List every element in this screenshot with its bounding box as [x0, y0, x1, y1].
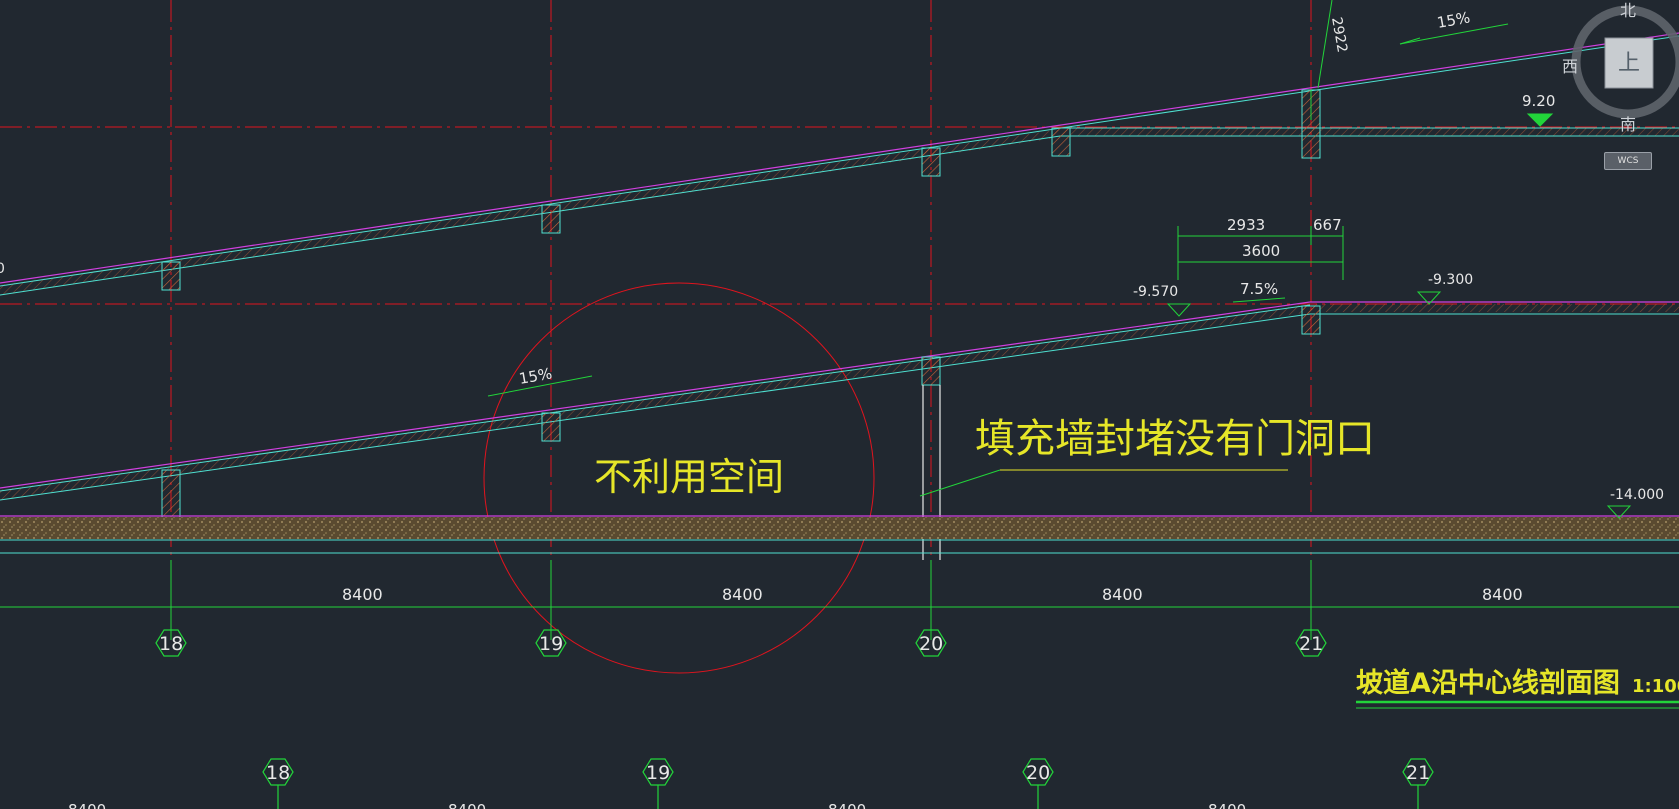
elev-minus-9570: -9.570 — [1133, 284, 1178, 300]
elev-9-20: 9.20 — [1522, 92, 1555, 110]
left-edge-digit: 0 — [0, 261, 5, 277]
dim-2933: 2933 — [1227, 216, 1265, 234]
grid-bubbles — [155, 629, 1434, 809]
upper-ramp-slab — [0, 32, 1679, 296]
dim-3600: 3600 — [1242, 242, 1280, 260]
slope-7-5: 7.5% — [1240, 280, 1278, 298]
base-slab — [0, 515, 1679, 554]
compass-north[interactable]: 北 — [1620, 1, 1636, 20]
grid-bubble-label: 20 — [919, 633, 943, 655]
lower-span-label: 8400 — [448, 801, 486, 809]
compass-south[interactable]: 南 — [1620, 115, 1636, 134]
drawing-title-name: 坡道A沿中心线剖面图 — [1356, 667, 1620, 699]
drawing-title: 坡道A沿中心线剖面图 1:100 — [1356, 667, 1679, 709]
note-unused-space: 不利用空间 — [594, 455, 784, 499]
span-label: 8400 — [342, 585, 383, 604]
span-label: 8400 — [722, 585, 763, 604]
grid-bubble-label-lower: 20 — [1026, 762, 1050, 784]
span-label: 8400 — [1102, 585, 1143, 604]
dim-2922: 2922 — [1328, 16, 1350, 54]
grid-bubble-label-lower: 18 — [266, 762, 290, 784]
grid-bubble-label: 21 — [1299, 633, 1323, 655]
slope-top-right: 15% — [1436, 8, 1472, 32]
viewcube[interactable]: 上 北 南 西 — [1560, 0, 1679, 140]
drawing-title-scale: 1:100 — [1632, 676, 1679, 697]
elev-minus-14000: -14.000 — [1610, 487, 1664, 503]
lower-ramp-slab — [0, 301, 1679, 536]
grid-bubble-label: 18 — [159, 633, 183, 655]
lower-span-label: 8400 — [68, 801, 106, 809]
compass-west[interactable]: 西 — [1562, 57, 1578, 76]
grid-bubble-label: 19 — [539, 633, 563, 655]
note-infill-wall: 填充墙封堵没有门洞口 — [975, 416, 1375, 462]
dim-667: 667 — [1313, 216, 1342, 234]
viewcube-face-label: 上 — [1618, 51, 1640, 76]
wcs-menu-button[interactable]: WCS — [1604, 152, 1652, 170]
dimension-lines — [0, 0, 1679, 640]
lower-span-label: 8400 — [828, 801, 866, 809]
lower-span-label: 8400 — [1208, 801, 1246, 809]
span-label: 8400 — [1482, 585, 1523, 604]
cad-drawing-canvas[interactable]: 2922 15% 9.20 2933 667 3600 -9.570 7.5% … — [0, 0, 1679, 809]
grid-bubble-label-lower: 19 — [646, 762, 670, 784]
elev-minus-9300: -9.300 — [1428, 272, 1473, 288]
wcs-label: WCS — [1617, 156, 1639, 166]
grid-bubble-label-lower: 21 — [1406, 762, 1430, 784]
